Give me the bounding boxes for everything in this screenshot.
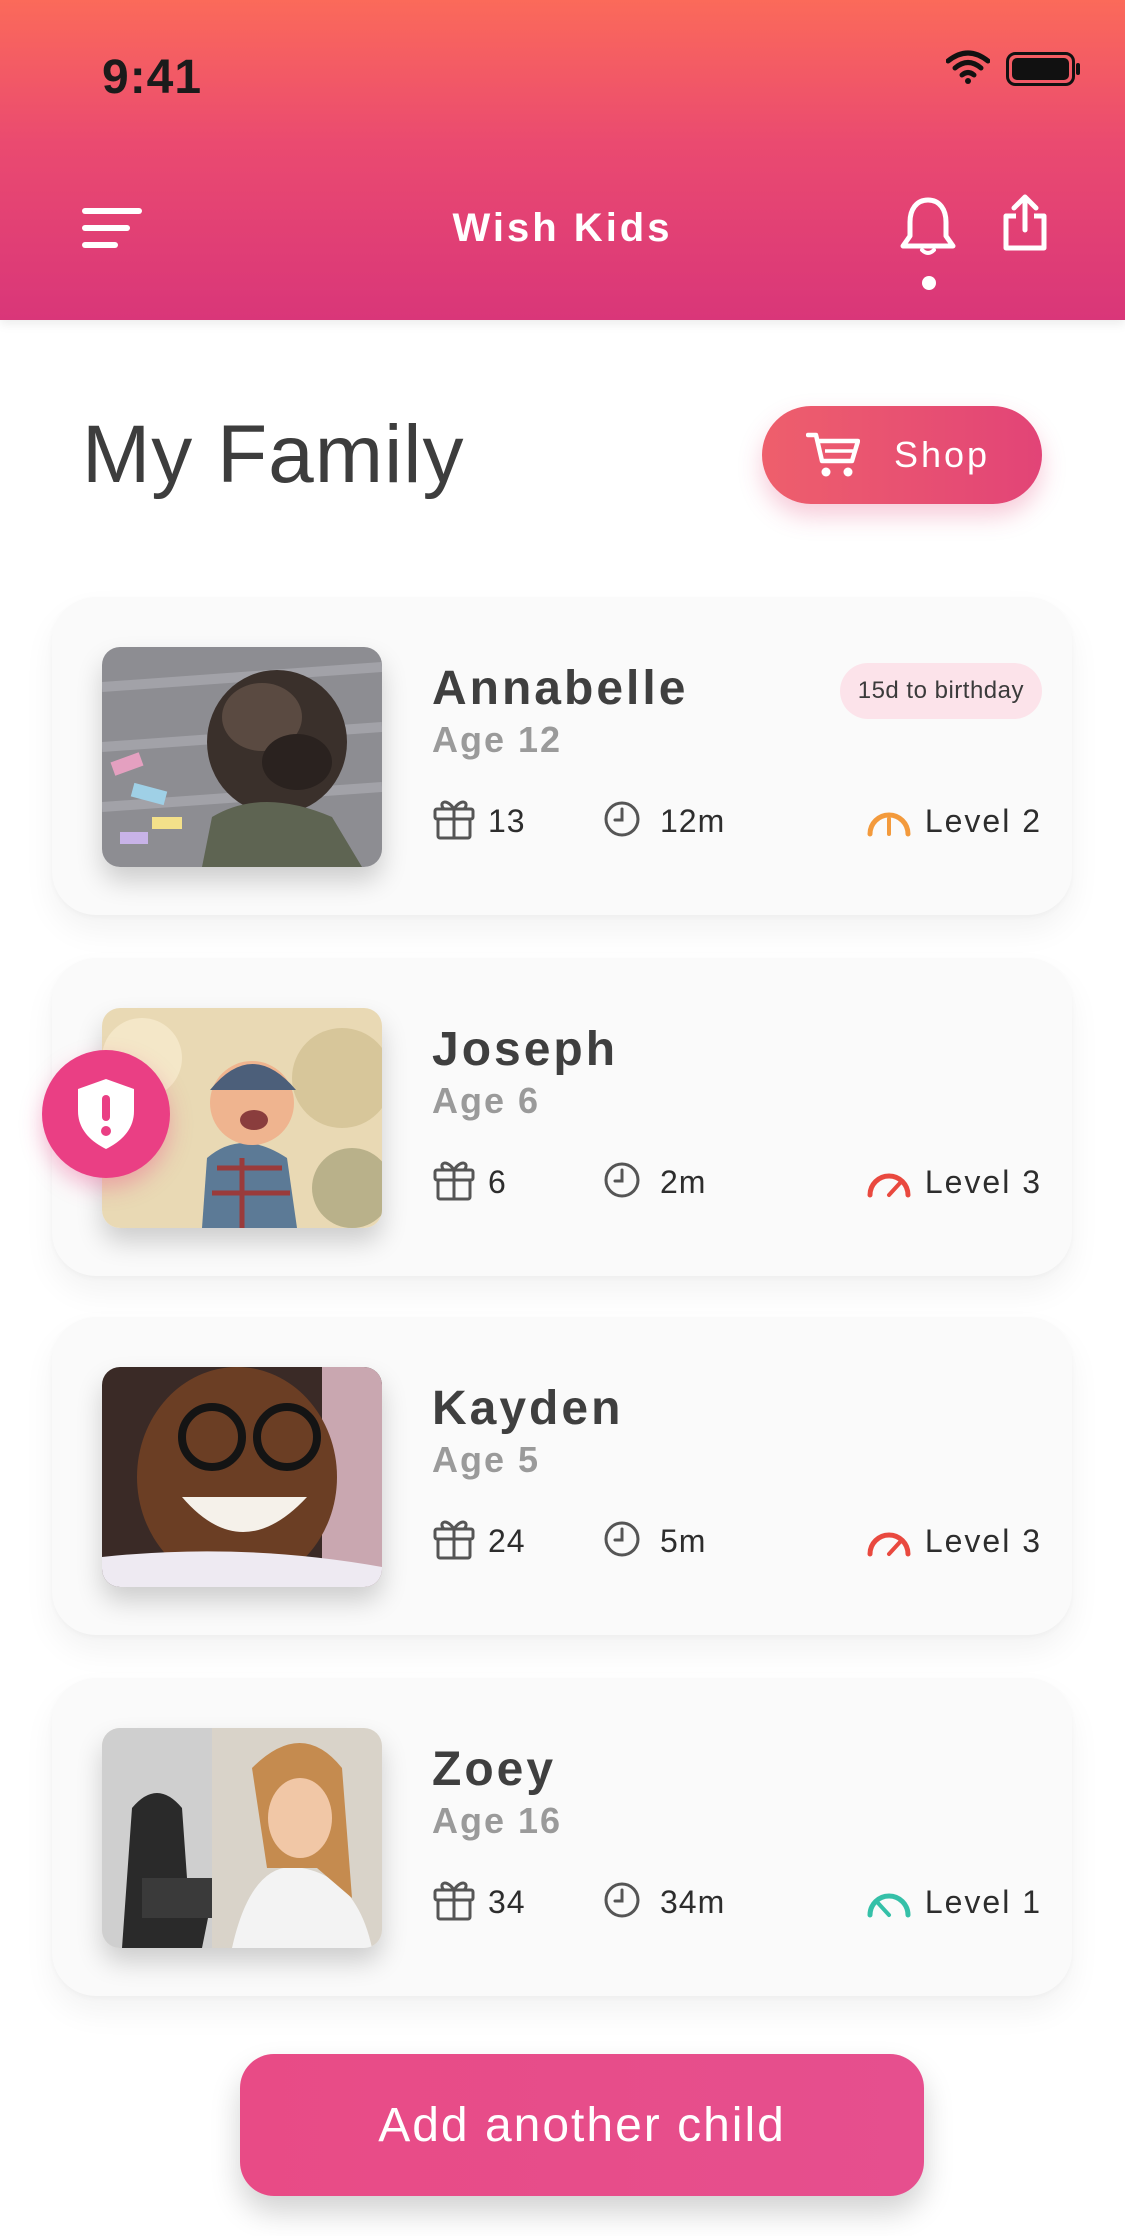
time-value: 12m	[660, 803, 726, 839]
clock-icon	[604, 1882, 640, 1918]
gauge-icon	[867, 812, 911, 836]
child-age: Age 6	[432, 1080, 541, 1121]
cart-icon	[806, 432, 860, 477]
app-header: 9:41 Wish Kids	[0, 0, 1125, 320]
wifi-icon	[946, 50, 990, 84]
gift-icon	[433, 800, 475, 840]
page-title: My Family	[82, 409, 465, 500]
gift-count: 6	[488, 1164, 507, 1200]
gift-count: 24	[488, 1523, 526, 1559]
shop-label: Shop	[894, 434, 991, 475]
level-indicator: Level 3	[865, 1523, 1042, 1560]
shop-button[interactable]: Shop	[762, 406, 1042, 504]
child-card-annabelle[interactable]: Annabelle Age 12 15d to birthday 13 12m …	[52, 597, 1072, 915]
gauge-icon	[867, 1532, 911, 1556]
child-photo	[102, 1728, 382, 1948]
shield-alert-icon	[78, 1079, 134, 1149]
gift-count: 13	[488, 803, 526, 839]
child-age: Age 12	[432, 719, 563, 760]
level-indicator: Level 3	[865, 1164, 1042, 1201]
child-age: Age 16	[432, 1800, 563, 1841]
level-indicator: Level 1	[865, 1884, 1042, 1921]
add-child-button[interactable]: Add another child	[240, 2054, 924, 2196]
child-card-zoey[interactable]: Zoey Age 16 34 34m Level 1	[52, 1678, 1072, 1996]
child-photo	[102, 1367, 382, 1587]
child-stats: 24 5m Level 3	[432, 1509, 1052, 1569]
bell-icon[interactable]	[898, 196, 958, 258]
child-age: Age 5	[432, 1439, 541, 1480]
clock-icon	[604, 801, 640, 837]
battery-icon	[1006, 52, 1080, 86]
child-card-kayden[interactable]: Kayden Age 5 24 5m Level 3	[52, 1317, 1072, 1635]
gift-icon	[433, 1520, 475, 1560]
notification-dot	[922, 276, 936, 290]
child-photo	[102, 647, 382, 867]
child-name: Joseph	[432, 1023, 619, 1076]
add-child-label: Add another child	[378, 2098, 786, 2152]
level-label: Level 1	[924, 1884, 1042, 1920]
clock-icon	[604, 1521, 640, 1557]
clock-icon	[604, 1162, 640, 1198]
child-name: Annabelle	[432, 662, 689, 715]
time-value: 5m	[660, 1523, 707, 1559]
gift-icon	[433, 1161, 475, 1201]
child-stats: 34 34m Level 1	[432, 1870, 1052, 1930]
child-name: Kayden	[432, 1382, 624, 1435]
gift-count: 34	[488, 1884, 526, 1920]
level-label: Level 3	[924, 1523, 1042, 1559]
level-label: Level 3	[924, 1164, 1042, 1200]
time-value: 2m	[660, 1164, 707, 1200]
birthday-badge: 15d to birthday	[839, 663, 1042, 719]
child-card-joseph[interactable]: Joseph Age 6 6 2m Level 3	[52, 958, 1072, 1276]
gauge-icon	[867, 1173, 911, 1197]
status-time: 9:41	[102, 51, 203, 104]
child-stats: 13 12m Level 2	[432, 789, 1052, 849]
level-label: Level 2	[924, 803, 1042, 839]
share-icon[interactable]	[1000, 194, 1050, 252]
child-stats: 6 2m Level 3	[432, 1150, 1052, 1210]
level-indicator: Level 2	[865, 803, 1042, 840]
gauge-icon	[867, 1893, 911, 1917]
time-value: 34m	[660, 1884, 726, 1920]
alert-badge[interactable]	[42, 1050, 170, 1178]
gift-icon	[433, 1881, 475, 1921]
child-name: Zoey	[432, 1743, 557, 1796]
